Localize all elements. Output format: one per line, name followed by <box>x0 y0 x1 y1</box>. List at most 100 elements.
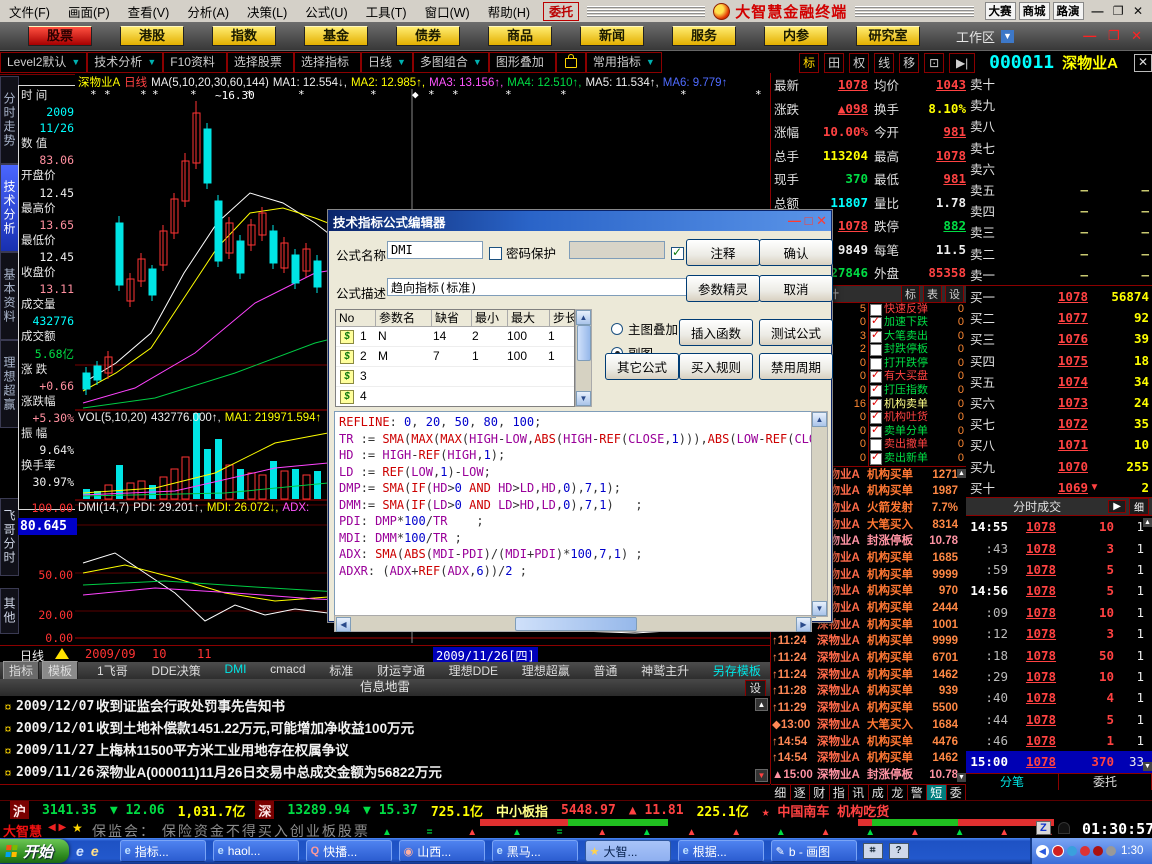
ticker-arrows-icon[interactable]: ◀ ▶ <box>48 822 66 833</box>
scroll-down-icon[interactable]: ▼ <box>576 391 591 406</box>
tray-msn-icon[interactable] <box>1067 846 1077 856</box>
ticker-row[interactable]: ↑14:54 深物业A 机构买单 1462 <box>771 750 966 767</box>
index-item[interactable]: 5448.97 <box>561 803 616 818</box>
news-item[interactable]: ¤ 2009/11/26 深物业A(000011)11月26日交易中总成交金额为… <box>0 762 770 784</box>
menu-item[interactable]: 帮助(H) <box>479 2 539 21</box>
quote-tab[interactable]: 逐 <box>791 784 810 801</box>
insert-function-button[interactable]: 插入函数 <box>679 319 753 346</box>
toolbar-button[interactable]: 技术分析 ▼ <box>87 52 164 73</box>
ticker-row[interactable]: ↑11:28 深物业A 机构买单 939 <box>771 683 966 700</box>
quote-tab[interactable]: 成 <box>869 784 888 801</box>
ticker-row[interactable]: ↑11:24 深物业A 机构买单 1462 <box>771 667 966 684</box>
menu-item[interactable]: 查看(V) <box>119 2 179 21</box>
formula-name-input[interactable] <box>387 241 483 259</box>
ok-button[interactable]: 确认 <box>759 239 833 266</box>
news-item[interactable]: ¤ 2009/12/01 收到土地补偿款1451.22万元,可能增加净收益100… <box>0 718 770 740</box>
indicator-tab[interactable]: DMI <box>215 662 255 679</box>
quote-tab[interactable]: 讯 <box>849 784 869 801</box>
sidebar-tab-other[interactable]: 其他 <box>0 588 19 634</box>
market-tab[interactable]: 新闻 <box>580 26 644 46</box>
alert-checkbox[interactable] <box>870 451 882 466</box>
index-item[interactable]: 13289.94 <box>287 803 350 818</box>
lock-toggle[interactable] <box>555 52 586 73</box>
formula-code-editor[interactable]: REFLINE: 0, 20, 50, 80, 100; TR := SMA(MA… <box>334 411 816 618</box>
news-scroll-up-icon[interactable]: ▲ <box>755 698 768 711</box>
market-tab[interactable]: 研究室 <box>856 26 920 46</box>
workspace-dropdown-icon[interactable]: ▼ <box>1001 29 1015 43</box>
ticker-row[interactable]: ◆13:00 深物业A 大笔买入 1684 <box>771 717 966 734</box>
alert-checkbox[interactable] <box>870 329 882 343</box>
tray-security-icon[interactable] <box>1093 846 1103 856</box>
alert-checkbox[interactable] <box>870 383 882 398</box>
tray-shield-icon[interactable] <box>1080 846 1090 856</box>
password-protect-checkbox[interactable]: 密码保护 <box>489 243 556 262</box>
alert-checkbox[interactable] <box>870 397 882 411</box>
taskbar-task[interactable]: e 黑马... <box>491 840 578 862</box>
scroll-up-icon[interactable]: ▲ <box>576 310 591 325</box>
sidebar-tab-minute[interactable]: 分时走势 <box>0 76 19 164</box>
alert-checkbox[interactable] <box>870 424 882 438</box>
tape-detail-button[interactable]: 细 <box>1129 498 1149 515</box>
param-row[interactable]: $4 <box>336 387 574 406</box>
menu-item[interactable]: 画面(P) <box>59 2 119 21</box>
menu-item[interactable]: 公式(U) <box>296 2 356 21</box>
spirit-settings-button[interactable]: 设 <box>945 284 964 303</box>
cancel-button[interactable]: 取消 <box>759 275 833 302</box>
ticker-scroll-down-icon[interactable]: ▼ <box>957 772 966 782</box>
index-item[interactable]: ▲ 11.81 <box>629 803 684 818</box>
alert-checkbox[interactable] <box>870 369 882 384</box>
sidebar-tab-feige[interactable]: 飞哥分时 <box>0 498 19 576</box>
collapse-tray-icon[interactable]: ◀ <box>1036 844 1049 858</box>
quote-tab[interactable]: 委 <box>947 784 966 801</box>
toolbar-button[interactable]: 图形叠加 <box>488 52 556 73</box>
sidebar-tab-fundamental[interactable]: 基本资料 <box>0 252 19 340</box>
taskbar-task[interactable]: e 指标... <box>119 840 206 862</box>
quote-tab[interactable]: 细 <box>771 784 791 801</box>
quote-tab[interactable]: 短 <box>927 784 947 801</box>
toolbar-button[interactable]: F10资料 <box>163 52 227 73</box>
ticker-row[interactable]: ↑14:54 深物业A 机构买单 4476 <box>771 734 966 751</box>
param-row[interactable]: $1 N 14 2 100 1 <box>336 327 574 347</box>
index-item[interactable]: 1,031.7亿 <box>178 801 246 820</box>
dialog-window-controls[interactable]: — □ ✕ <box>788 213 827 229</box>
tape-tab[interactable]: 委托 <box>1059 774 1152 790</box>
chart-tool-icon[interactable]: 移 <box>899 52 920 73</box>
toolbar-button[interactable]: Level2默认 ▼ <box>0 52 88 73</box>
taskbar-task[interactable]: ✎ b - 画图 <box>770 840 857 862</box>
market-tab[interactable]: 债券 <box>396 26 460 46</box>
quote-tab[interactable]: 警 <box>908 784 927 801</box>
index-item[interactable]: 中小板指 <box>496 801 548 820</box>
indicator-tab[interactable]: 理想DDE <box>440 662 507 679</box>
scroll-right-icon[interactable]: ▶ <box>796 617 811 632</box>
taskbar-task[interactable]: e haol... <box>212 840 299 862</box>
code-vscrollbar[interactable]: ▲ ▼ <box>811 411 828 617</box>
corner-button[interactable]: 大赛 <box>984 2 1016 20</box>
taskbar-task[interactable]: ◉ 山西... <box>398 840 485 862</box>
index-item[interactable]: 深 <box>255 801 275 820</box>
news-item[interactable]: ¤ 2009/11/27 上梅林11500平方米工业用地存在权属争议 <box>0 740 770 762</box>
indicator-tab[interactable]: 理想超赢 <box>513 662 579 679</box>
index-item[interactable]: 沪 <box>10 801 30 820</box>
market-tab[interactable]: 内参 <box>764 26 828 46</box>
menu-item[interactable]: 文件(F) <box>0 2 59 21</box>
market-tab[interactable]: 服务 <box>672 26 736 46</box>
workspace-label[interactable]: 工作区 <box>956 27 995 46</box>
alert-checkbox[interactable] <box>870 410 882 425</box>
window-controls[interactable]: — ❐ ✕ <box>1092 4 1146 18</box>
ticker-row[interactable]: ↑11:29 深物业A 机构买单 5500 <box>771 700 966 717</box>
param-table-scrollbar[interactable]: ▲ ▼ <box>575 309 592 407</box>
alert-checkbox[interactable] <box>870 344 882 357</box>
index-item[interactable]: ★ 中国南车 机构吃货 <box>762 801 889 820</box>
other-formula-button[interactable]: 其它公式 <box>605 353 679 380</box>
test-formula-button[interactable]: 测试公式 <box>759 319 833 346</box>
alert-checkbox[interactable] <box>870 315 882 330</box>
panel-mode-button[interactable]: 指标 <box>3 661 40 680</box>
volume-tray-icon[interactable] <box>1106 846 1116 856</box>
toolbar-button[interactable]: 多图组合 ▼ <box>412 52 489 73</box>
corner-button[interactable]: 路演 <box>1052 2 1084 20</box>
play-forward-icon[interactable]: ▶| <box>949 52 976 73</box>
quote-tab[interactable]: 龙 <box>888 784 908 801</box>
buy-rule-button[interactable]: 买入规则 <box>679 353 753 380</box>
indicator-tab[interactable]: 1飞哥 <box>88 662 137 679</box>
sidebar-tab-technical[interactable]: 技术分析 <box>0 164 19 252</box>
